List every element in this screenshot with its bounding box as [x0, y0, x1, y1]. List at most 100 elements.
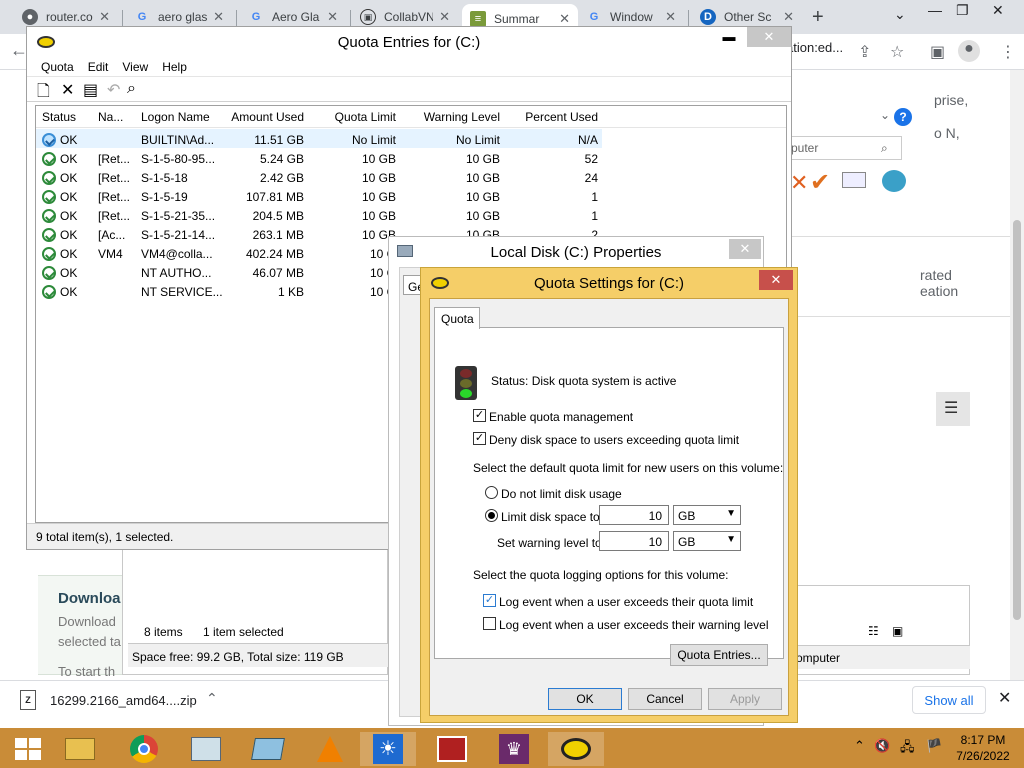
volume-muted-icon[interactable]: 🔇 [874, 738, 890, 754]
col-amount-used[interactable]: Amount Used [220, 110, 304, 124]
quota-settings-close-button[interactable]: ✕ [759, 270, 793, 290]
col-name[interactable]: Na... [98, 110, 123, 124]
browser-menu-icon[interactable]: ⋮ [1000, 42, 1016, 62]
properties-icon[interactable]: ▤ [83, 80, 98, 100]
table-row[interactable]: OK [Ret... S-1-5-18 2.42 GB 10 GB 10 GB 24 [36, 167, 786, 186]
page-scrollbar[interactable] [1010, 70, 1024, 680]
menu-help[interactable]: Help [162, 60, 187, 74]
cell-percent: 24 [584, 171, 598, 185]
table-row[interactable]: OK BUILTIN\Ad... 11.51 GB No Limit No Limit N… [36, 129, 602, 148]
cell-used: 2.42 GB [259, 171, 304, 185]
details-view-icon[interactable]: ☷ [868, 624, 879, 638]
large-icons-view-icon[interactable]: ▣ [892, 624, 903, 638]
quota-entries-titlebar[interactable]: Quota Entries for (C:) ▬ ☐ ✕ [27, 27, 791, 57]
log-limit-checkbox[interactable]: ✓ [483, 594, 496, 607]
undo-icon[interactable]: ↶ [107, 80, 120, 100]
taskbar-chrome[interactable] [116, 732, 172, 766]
menu-view[interactable]: View [122, 60, 148, 74]
taskbar-settings-app[interactable]: ☀ [360, 732, 416, 766]
ok-button[interactable]: OK [548, 688, 622, 710]
profile-avatar-icon[interactable]: ● [958, 40, 980, 62]
download-options-chevron-icon[interactable]: ⌃ [206, 690, 218, 707]
menu-edit[interactable]: Edit [88, 60, 109, 74]
apply-button[interactable]: Apply [708, 688, 782, 710]
taskbar-news-app[interactable] [424, 732, 480, 766]
deny-space-checkbox[interactable]: ✓ [473, 432, 486, 445]
new-entry-icon[interactable]: 🗋 [37, 80, 50, 107]
tray-overflow-icon[interactable]: ⌃ [854, 738, 865, 754]
col-percent-used[interactable]: Percent Used [510, 110, 598, 124]
close-icon[interactable]: ✕ [99, 9, 110, 25]
taskbar-file-explorer[interactable] [52, 732, 108, 766]
checkmark-icon[interactable]: ✔ [810, 168, 830, 197]
show-all-downloads-button[interactable]: Show all [912, 686, 986, 714]
close-icon[interactable]: ✕ [783, 9, 794, 25]
taskbar-trophy-app[interactable]: ♛ [486, 732, 542, 766]
globe-shell-icon[interactable] [882, 170, 906, 192]
page-search-box[interactable]: puter ⌕ [790, 136, 902, 160]
warning-unit-select[interactable]: GB ▼ [673, 531, 741, 551]
close-icon[interactable]: ✕ [439, 9, 450, 25]
explorer-selection-count: 1 item selected [203, 625, 284, 639]
cell-name: [Ret... [98, 152, 131, 166]
explorer-computer-label: omputer [790, 645, 970, 669]
table-row[interactable]: OK [Ret... S-1-5-21-35... 204.5 MB 10 GB 10 G… [36, 205, 786, 224]
bookmark-star-icon[interactable]: ☆ [890, 42, 904, 62]
delete-icon[interactable]: ✕ [61, 80, 74, 100]
start-button[interactable] [0, 732, 56, 766]
tab-search-chevron-icon[interactable]: ⌄ [894, 6, 906, 23]
window-close-icon[interactable]: ✕ [992, 2, 1004, 19]
taskbar-control-panel[interactable] [240, 732, 296, 766]
cell-percent: 1 [591, 209, 598, 223]
local-disk-close-button[interactable]: ✕ [729, 239, 761, 259]
restore-icon[interactable]: ❐ [956, 2, 969, 19]
limit-value-input[interactable]: 10 [599, 505, 669, 525]
log-warning-checkbox[interactable] [483, 617, 496, 630]
limit-unit-select[interactable]: GB ▼ [673, 505, 741, 525]
side-panel-icon[interactable]: ▣ [930, 42, 945, 62]
close-icon[interactable]: ✕ [559, 11, 570, 27]
table-row[interactable]: OK [Ret... S-1-5-19 107.81 MB 10 GB 10 GB 1 [36, 186, 786, 205]
close-icon[interactable]: ✕ [213, 9, 224, 25]
menu-quota[interactable]: Quota [41, 60, 74, 74]
enable-quota-checkbox[interactable]: ✓ [473, 409, 486, 422]
network-icon[interactable]: 🖧 [900, 738, 915, 760]
table-row[interactable]: OK [Ret... S-1-5-80-95... 5.24 GB 10 GB 10 GB… [36, 148, 786, 167]
cell-logon: S-1-5-80-95... [141, 152, 216, 166]
cell-used: 107.81 MB [245, 190, 304, 204]
limit-disk-radio[interactable] [485, 509, 498, 522]
tab-quota[interactable]: Quota [434, 307, 480, 329]
close-icon[interactable]: ✕ [327, 9, 338, 25]
page-dropdown[interactable]: ⌄ [790, 104, 910, 128]
omnibox-url-tail[interactable]: ation:ed... [786, 40, 843, 55]
list-view-button[interactable]: ☰ [936, 392, 970, 426]
taskbar-task-manager[interactable] [178, 732, 234, 766]
share-icon[interactable]: ⇪ [858, 42, 871, 62]
col-quota-limit[interactable]: Quota Limit [312, 110, 396, 124]
warning-value-input[interactable]: 10 [599, 531, 669, 551]
quota-entries-button[interactable]: Quota Entries... [670, 644, 768, 666]
col-warning-level[interactable]: Warning Level [406, 110, 500, 124]
minimize-icon[interactable]: — [928, 2, 942, 18]
no-limit-radio[interactable] [485, 486, 498, 499]
download-item[interactable]: Z 16299.2166_amd64....zip [20, 690, 197, 710]
control-panel-icon [251, 738, 285, 760]
close-icon[interactable]: ✕ [665, 9, 676, 25]
chevron-down-icon: ⌄ [880, 108, 891, 122]
col-status[interactable]: Status [42, 110, 76, 124]
quota-entries-close-button[interactable]: ✕ [747, 27, 791, 47]
col-logon-name[interactable]: Logon Name [141, 110, 210, 124]
cell-status: OK [60, 228, 78, 242]
mail-icon[interactable] [842, 172, 866, 188]
minimize-button[interactable]: ▬ [717, 27, 741, 47]
action-center-icon[interactable]: 🏴 [926, 738, 942, 754]
performance-icon [191, 737, 221, 761]
taskbar-quota-app[interactable] [548, 732, 604, 766]
taskbar-vlc[interactable] [302, 732, 358, 766]
download-bar-close-icon[interactable]: ✕ [998, 688, 1011, 708]
new-tab-button[interactable]: + [812, 6, 824, 29]
find-icon[interactable]: ⌕ [127, 80, 136, 98]
cancel-button[interactable]: Cancel [628, 688, 702, 710]
help-icon[interactable]: ? [894, 108, 912, 126]
taskbar-clock[interactable]: 8:17 PM 7/26/2022 [950, 732, 1016, 764]
